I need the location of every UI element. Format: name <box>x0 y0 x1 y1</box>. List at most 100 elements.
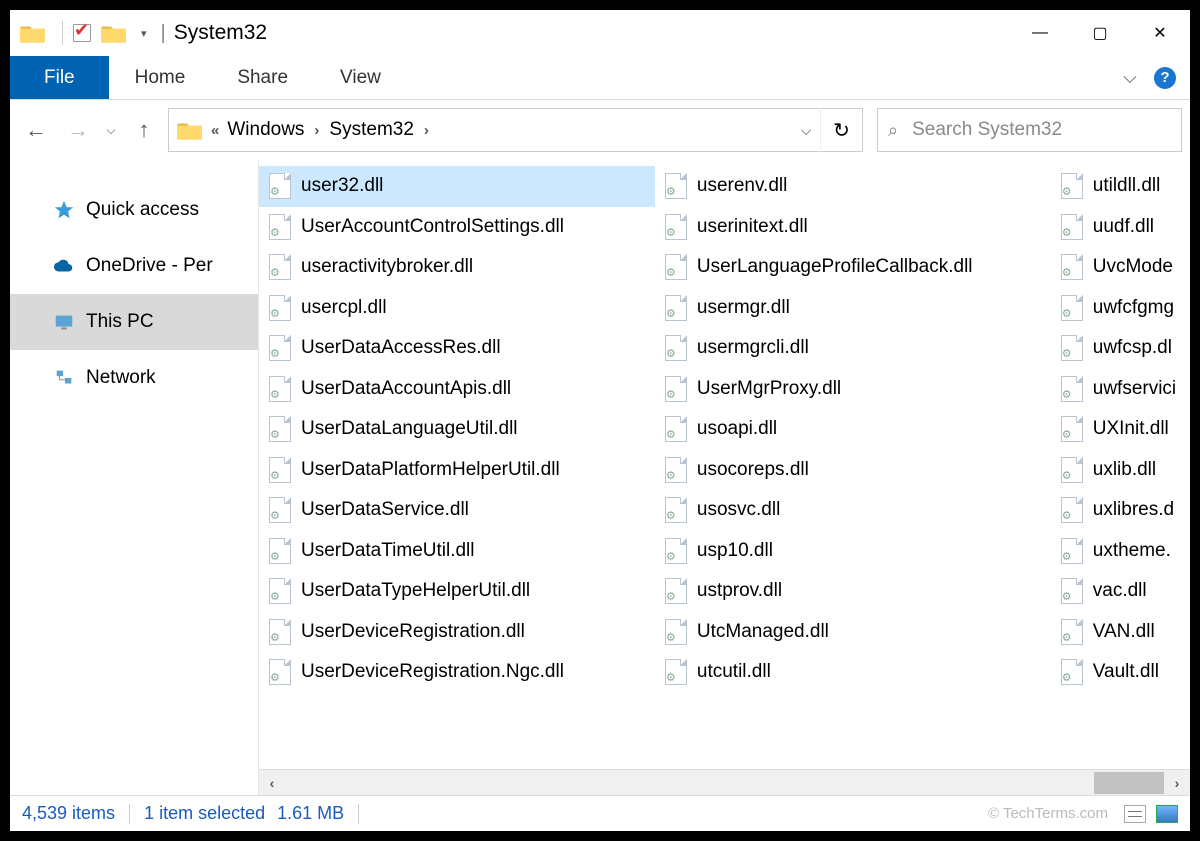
file-item[interactable]: ⚙UXInit.dll <box>1051 409 1190 450</box>
file-name: UserDataTimeUtil.dll <box>301 540 475 562</box>
file-item[interactable]: ⚙uxlibres.d <box>1051 490 1190 531</box>
titlebar: ▾ | System32 — ▢ ✕ <box>10 10 1190 56</box>
file-item[interactable]: ⚙uxlib.dll <box>1051 450 1190 491</box>
dll-file-icon: ⚙ <box>1061 457 1083 483</box>
home-tab[interactable]: Home <box>109 56 212 99</box>
file-item[interactable]: ⚙usermgrcli.dll <box>655 328 1051 369</box>
file-item[interactable]: ⚙uwfservici <box>1051 369 1190 410</box>
horizontal-scrollbar[interactable]: ‹ › <box>259 769 1190 795</box>
dll-file-icon: ⚙ <box>269 659 291 685</box>
sidebar-item-network[interactable]: Network <box>10 350 258 406</box>
back-button[interactable]: ← <box>18 112 54 148</box>
dll-file-icon: ⚙ <box>665 659 687 685</box>
file-item[interactable]: ⚙useractivitybroker.dll <box>259 247 655 288</box>
dll-file-icon: ⚙ <box>269 335 291 361</box>
folder-icon[interactable] <box>101 22 127 44</box>
file-item[interactable]: ⚙VAN.dll <box>1051 612 1190 653</box>
dll-file-icon: ⚙ <box>665 295 687 321</box>
sidebar-item-label: Network <box>86 367 156 389</box>
dll-file-icon: ⚙ <box>1061 173 1083 199</box>
sidebar-item-onedrive-per[interactable]: OneDrive - Per <box>10 238 258 294</box>
file-item[interactable]: ⚙uwfcsp.dl <box>1051 328 1190 369</box>
scroll-track[interactable] <box>285 770 1164 795</box>
chevron-right-icon[interactable]: › <box>310 122 323 139</box>
file-list[interactable]: ⚙user32.dll⚙UserAccountControlSettings.d… <box>259 160 1190 769</box>
file-item[interactable]: ⚙UserDataAccountApis.dll <box>259 369 655 410</box>
file-item[interactable]: ⚙userinitext.dll <box>655 207 1051 248</box>
dll-file-icon: ⚙ <box>665 214 687 240</box>
file-item[interactable]: ⚙UserAccountControlSettings.dll <box>259 207 655 248</box>
sidebar-item-this-pc[interactable]: This PC <box>10 294 258 350</box>
status-divider <box>358 804 359 824</box>
file-item[interactable]: ⚙UserDataPlatformHelperUtil.dll <box>259 450 655 491</box>
file-name: usoapi.dll <box>697 418 777 440</box>
file-item[interactable]: ⚙ UserDataTimeUtil.dll <box>259 531 655 572</box>
file-item[interactable]: ⚙UserDataTypeHelperUtil.dll <box>259 571 655 612</box>
dll-file-icon: ⚙ <box>1061 416 1083 442</box>
file-tab[interactable]: File <box>10 56 109 99</box>
file-item[interactable]: ⚙UserLanguageProfileCallback.dll <box>655 247 1051 288</box>
file-item[interactable]: ⚙usercpl.dll <box>259 288 655 329</box>
file-item[interactable]: ⚙UserDataAccessRes.dll <box>259 328 655 369</box>
dll-file-icon: ⚙ <box>1061 254 1083 280</box>
breadcrumb-windows[interactable]: Windows <box>221 119 310 141</box>
chevron-right-icon[interactable]: › <box>420 122 433 139</box>
file-name: uxlibres.d <box>1093 499 1174 521</box>
share-tab[interactable]: Share <box>211 56 314 99</box>
collapse-ribbon-icon[interactable]: ⌵ <box>1110 56 1150 99</box>
dll-file-icon: ⚙ <box>665 497 687 523</box>
breadcrumb-system32[interactable]: System32 <box>323 119 419 141</box>
recent-dropdown[interactable]: ⌵ <box>102 123 120 138</box>
status-size: 1.61 MB <box>277 803 344 824</box>
sidebar-item-quick-access[interactable]: Quick access <box>10 182 258 238</box>
dll-file-icon: ⚙ <box>269 538 291 564</box>
file-name: usocoreps.dll <box>697 459 809 481</box>
file-item[interactable]: ⚙usermgr.dll <box>655 288 1051 329</box>
file-item[interactable]: ⚙usocoreps.dll <box>655 450 1051 491</box>
file-item[interactable]: ⚙UserDeviceRegistration.dll <box>259 612 655 653</box>
file-item[interactable]: ⚙uxtheme. <box>1051 531 1190 572</box>
forward-button[interactable]: → <box>60 112 96 148</box>
details-view-button[interactable] <box>1124 805 1146 823</box>
thumbnails-view-button[interactable] <box>1156 805 1178 823</box>
file-item[interactable]: ⚙userenv.dll <box>655 166 1051 207</box>
file-item[interactable]: ⚙UtcManaged.dll <box>655 612 1051 653</box>
file-item[interactable]: ⚙uudf.dll <box>1051 207 1190 248</box>
file-item[interactable]: ⚙uwfcfgmg <box>1051 288 1190 329</box>
scroll-right-icon[interactable]: › <box>1164 775 1190 791</box>
refresh-button[interactable]: ↻ <box>820 108 862 152</box>
minimize-button[interactable]: — <box>1010 10 1070 56</box>
file-item[interactable]: ⚙usoapi.dll <box>655 409 1051 450</box>
dll-file-icon: ⚙ <box>269 254 291 280</box>
file-item[interactable]: ⚙UserMgrProxy.dll <box>655 369 1051 410</box>
file-item[interactable]: ⚙usosvc.dll <box>655 490 1051 531</box>
file-item[interactable]: ⚙UserDataService.dll <box>259 490 655 531</box>
breadcrumb-prefix-icon[interactable]: « <box>209 122 221 139</box>
file-item[interactable]: ⚙UserDataLanguageUtil.dll <box>259 409 655 450</box>
file-item[interactable]: ⚙ustprov.dll <box>655 571 1051 612</box>
properties-icon[interactable] <box>71 22 93 44</box>
file-item[interactable]: ⚙vac.dll <box>1051 571 1190 612</box>
dll-file-icon: ⚙ <box>1061 335 1083 361</box>
qa-customize-dropdown[interactable]: ▾ <box>141 27 147 40</box>
scroll-left-icon[interactable]: ‹ <box>259 775 285 791</box>
maximize-button[interactable]: ▢ <box>1070 10 1130 56</box>
help-button[interactable]: ? <box>1150 56 1180 99</box>
address-dropdown-icon[interactable]: ⌵ <box>792 122 820 139</box>
file-item[interactable]: ⚙UserDeviceRegistration.Ngc.dll <box>259 652 655 693</box>
file-name: ustprov.dll <box>697 580 782 602</box>
file-name: usp10.dll <box>697 540 773 562</box>
search-box[interactable]: ⌕ <box>877 108 1182 152</box>
search-input[interactable] <box>910 118 1181 142</box>
file-item[interactable]: ⚙user32.dll <box>259 166 655 207</box>
file-item[interactable]: ⚙Vault.dll <box>1051 652 1190 693</box>
scroll-thumb[interactable] <box>1094 772 1164 794</box>
close-button[interactable]: ✕ <box>1130 10 1190 56</box>
view-tab[interactable]: View <box>314 56 407 99</box>
address-bar[interactable]: « Windows › System32 › ⌵ ↻ <box>168 108 863 152</box>
file-item[interactable]: ⚙utildll.dll <box>1051 166 1190 207</box>
file-item[interactable]: ⚙UvcMode <box>1051 247 1190 288</box>
file-item[interactable]: ⚙usp10.dll <box>655 531 1051 572</box>
up-button[interactable]: ↑ <box>126 112 162 148</box>
file-item[interactable]: ⚙utcutil.dll <box>655 652 1051 693</box>
